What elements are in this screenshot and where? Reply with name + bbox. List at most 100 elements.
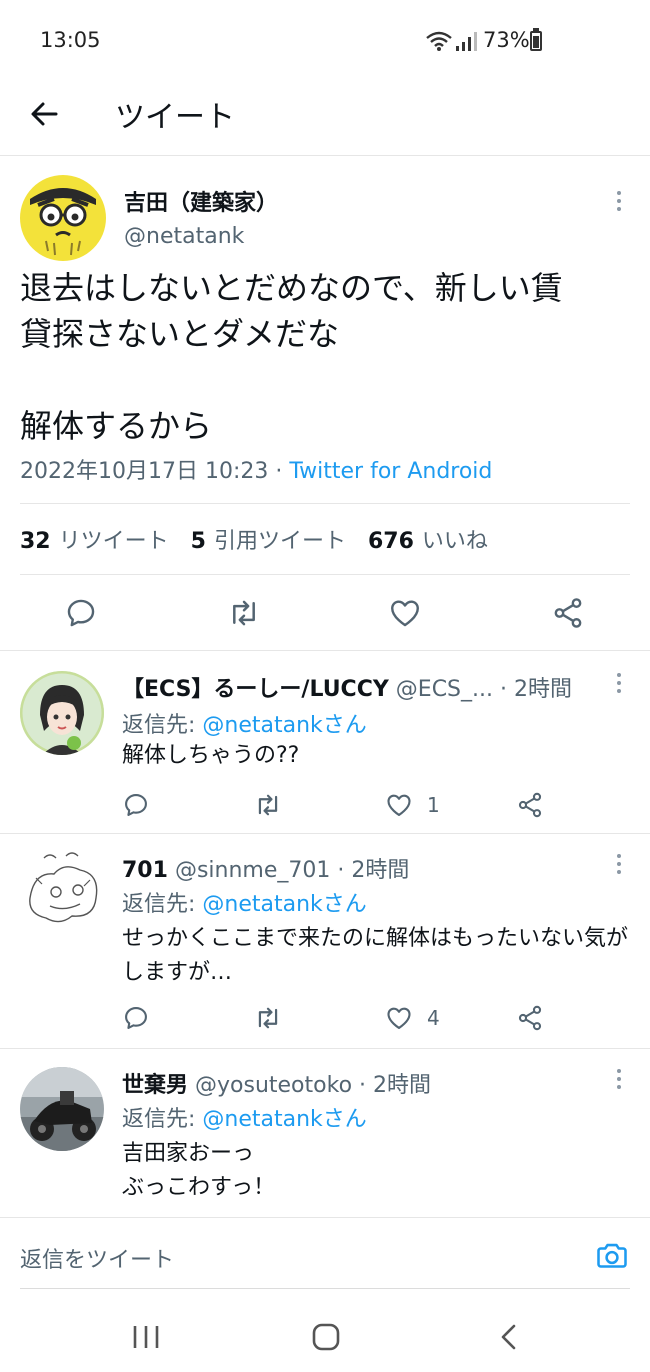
- avatar[interactable]: [20, 671, 104, 755]
- share-icon: [518, 1005, 542, 1031]
- like-count: 1: [427, 793, 440, 817]
- reply-time: · 2時間: [352, 1073, 432, 1098]
- retweet-icon: [258, 794, 278, 816]
- reply-display-name[interactable]: 世棄男: [122, 1073, 188, 1098]
- reply-to-label: 返信先: @netatankさん: [122, 713, 367, 738]
- share-icon: [518, 792, 542, 818]
- retweet-button[interactable]: [253, 785, 283, 825]
- system-back-button[interactable]: [490, 1320, 530, 1354]
- share-button[interactable]: [516, 785, 544, 825]
- user-handle[interactable]: @netatank: [124, 224, 244, 249]
- reply-header: 世棄男 @yosuteotoko · 2時間: [122, 1067, 431, 1099]
- avatar-image: [20, 175, 106, 261]
- reply-display-name[interactable]: 701: [122, 858, 168, 883]
- reply-compose-bar: 返信をツイート: [0, 1217, 650, 1289]
- reply-text: せっかくここまで来たのに解体はもったいない気がしますが…: [122, 926, 629, 985]
- reply-action-bar: 1: [0, 785, 650, 835]
- reply-to-mention[interactable]: @netatankさん: [202, 892, 366, 917]
- avatar[interactable]: [20, 175, 106, 261]
- share-button[interactable]: [516, 998, 544, 1038]
- reply-handle[interactable]: @yosuteotoko: [195, 1073, 352, 1098]
- share-button[interactable]: [551, 593, 585, 633]
- like-button[interactable]: [388, 593, 422, 633]
- avatar-image: [20, 848, 104, 932]
- reply-icon: [67, 599, 95, 627]
- like-icon: [387, 794, 411, 816]
- recent-apps-button[interactable]: [126, 1320, 166, 1354]
- tweet-text-line: 貸探さないとダメだな: [20, 315, 340, 353]
- camera-button[interactable]: [594, 1238, 630, 1274]
- tweet-text-line: 解体するから: [20, 407, 213, 445]
- more-icon[interactable]: [614, 189, 624, 217]
- reply-time: · 2時間: [330, 858, 410, 883]
- signal-icon: [456, 32, 477, 51]
- like-count-link[interactable]: 676 いいね: [368, 529, 488, 554]
- retweet-icon: [233, 600, 255, 626]
- retweet-icon: [258, 1007, 278, 1029]
- avatar[interactable]: [20, 1067, 104, 1151]
- reply-text: 吉田家おーっ ぶっこわすっ！: [122, 1137, 632, 1205]
- back-arrow-icon: [31, 102, 58, 126]
- compose-underline: [20, 1288, 630, 1289]
- tweet-timestamp: 2022年10月17日 10:23 · Twitter for Android: [20, 453, 492, 485]
- retweet-count-link[interactable]: 32 リツイート: [20, 529, 169, 554]
- reply-tweet[interactable]: 世棄男 @yosuteotoko · 2時間 返信先: @netatankさん …: [0, 1048, 650, 1217]
- tweet-text: 退去はしないとだめなので、新しい賃 貸探さないとダメだな 解体するから: [20, 265, 630, 449]
- reply-tweet[interactable]: 701 @sinnme_701 · 2時間 返信先: @netatankさん せ…: [0, 833, 650, 1048]
- page-title: ツイート: [115, 100, 235, 135]
- reply-button[interactable]: [64, 593, 98, 633]
- status-bar: 13:05 73%: [0, 0, 650, 80]
- battery-icon: [530, 31, 542, 51]
- reply-icon: [125, 1007, 147, 1029]
- reply-text-line: 吉田家おーっ: [122, 1141, 255, 1166]
- home-button[interactable]: [306, 1320, 346, 1354]
- avatar-image: [20, 1067, 104, 1151]
- reply-to-label: 返信先: @netatankさん: [122, 1107, 367, 1132]
- more-icon[interactable]: [614, 1067, 624, 1095]
- retweet-button[interactable]: [226, 593, 262, 633]
- divider: [20, 503, 630, 504]
- like-count: 4: [427, 1006, 440, 1030]
- avatar-image: [20, 671, 104, 755]
- reply-handle[interactable]: @ECS_...: [396, 677, 493, 702]
- home-icon: [312, 1323, 340, 1351]
- tweet-text-line: 退去はしないとだめなので、新しい賃: [20, 269, 563, 307]
- camera-icon: [597, 1243, 627, 1268]
- like-button[interactable]: 4: [385, 998, 440, 1038]
- system-nav-bar: [0, 1300, 650, 1372]
- tweet-stats: 32 リツイート 5 引用ツイート 676 いいね: [20, 523, 488, 555]
- display-name[interactable]: 吉田（建築家）: [124, 185, 278, 217]
- more-icon[interactable]: [614, 671, 624, 699]
- back-button[interactable]: [26, 94, 66, 134]
- quote-count-link[interactable]: 5 引用ツイート: [191, 529, 346, 554]
- tweet-date: 2022年10月17日 10:23 ·: [20, 459, 290, 484]
- reply-to-label: 返信先: @netatankさん: [122, 892, 367, 917]
- reply-handle[interactable]: @sinnme_701: [175, 858, 330, 883]
- reply-button[interactable]: [122, 998, 150, 1038]
- reply-to-mention[interactable]: @netatankさん: [202, 713, 366, 738]
- more-icon[interactable]: [614, 852, 624, 880]
- tweet-text-line: [20, 357, 630, 403]
- like-icon: [391, 600, 419, 627]
- like-button[interactable]: 1: [385, 785, 440, 825]
- reply-button[interactable]: [122, 785, 150, 825]
- tweet-source-link[interactable]: Twitter for Android: [289, 459, 492, 484]
- reply-header: 701 @sinnme_701 · 2時間: [122, 852, 409, 884]
- like-icon: [387, 1007, 411, 1029]
- share-icon: [554, 598, 582, 628]
- avatar[interactable]: [20, 848, 104, 932]
- reply-text: 解体しちゃうの??: [122, 743, 300, 768]
- reply-to-mention[interactable]: @netatankさん: [202, 1107, 366, 1132]
- reply-tweet[interactable]: 【ECS】るーしー/LUCCY @ECS_... · 2時間 返信先: @net…: [0, 650, 650, 833]
- reply-icon: [125, 794, 147, 816]
- reply-time: · 2時間: [493, 677, 572, 702]
- reply-display-name[interactable]: 【ECS】るーしー/LUCCY: [122, 677, 389, 702]
- reply-action-bar: 4: [0, 998, 650, 1048]
- main-action-bar: [0, 593, 650, 643]
- status-time: 13:05: [40, 28, 101, 52]
- recent-apps-icon: [133, 1326, 159, 1348]
- retweet-button[interactable]: [253, 998, 283, 1038]
- reply-input[interactable]: 返信をツイート: [20, 1242, 174, 1274]
- wifi-icon: [426, 31, 452, 51]
- reply-text-line: ぶっこわすっ！: [122, 1175, 276, 1200]
